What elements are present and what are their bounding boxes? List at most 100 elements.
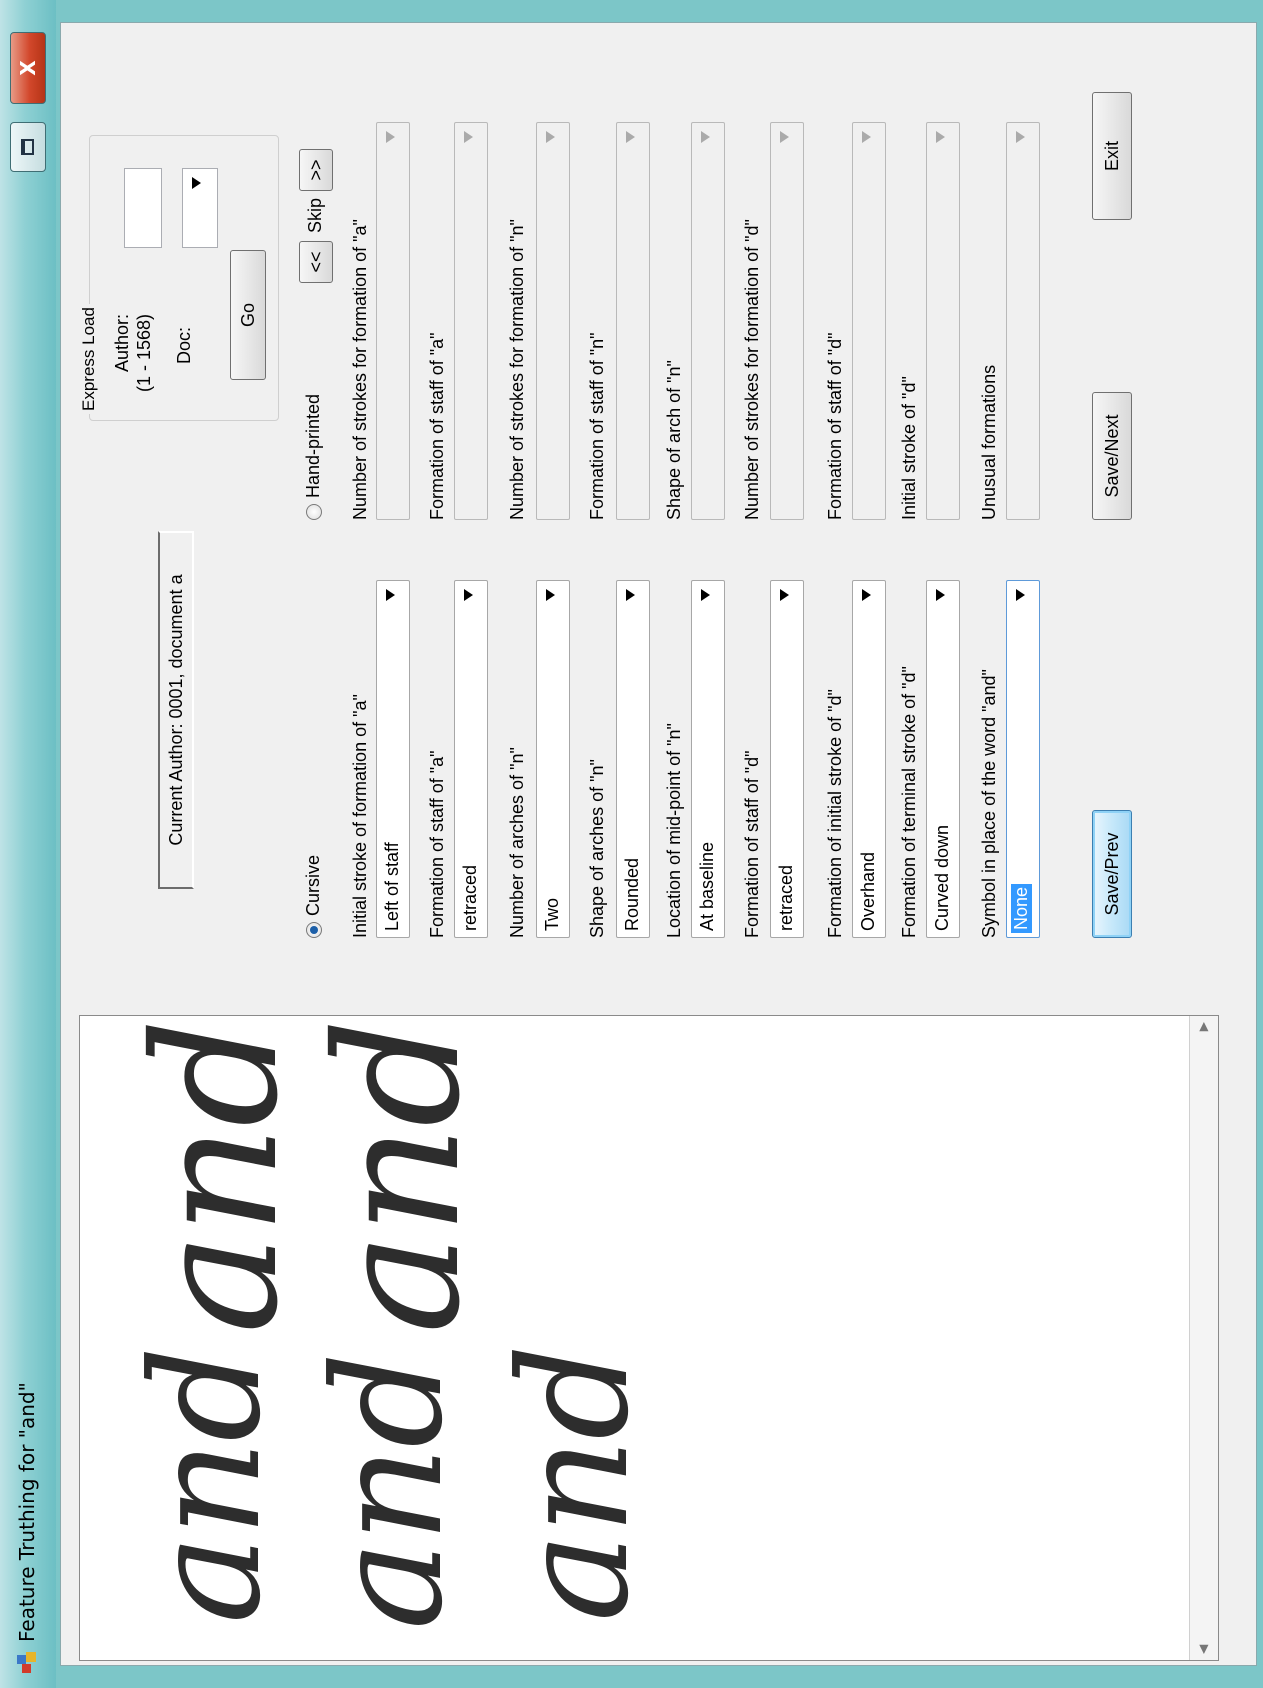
cursive-field-select[interactable]: retraced: [770, 580, 804, 938]
client-area: and and and and and ◀ ▶ Current Author: …: [60, 22, 1257, 1666]
skip-label: Skip: [305, 197, 325, 233]
cursive-field-label: Location of mid-point of "n": [664, 723, 684, 938]
handprinted-field-select[interactable]: [536, 122, 570, 520]
feature-truthing-window: Feature Truthing for "and" X and and and…: [0, 0, 1263, 1688]
dropdown-arrow-icon: [936, 589, 945, 601]
hand-printed-radio[interactable]: [306, 504, 322, 520]
dropdown-arrow-icon: [386, 131, 395, 143]
dropdown-arrow-icon: [192, 177, 201, 189]
cursive-field-value: At baseline: [697, 841, 717, 931]
cursive-field-label: Number of arches of "n": [507, 747, 527, 938]
cursive-field-value: Curved down: [932, 824, 952, 931]
handprinted-field-label: Number of strokes for formation of "d": [742, 219, 762, 520]
dropdown-arrow-icon: [701, 131, 710, 143]
cursive-field-select[interactable]: Overhand: [852, 580, 886, 938]
cursive-field-value: Overhand: [858, 851, 878, 931]
cursive-field-value: Rounded: [622, 857, 642, 931]
current-author-status: Current Author: 0001, document a: [158, 531, 194, 889]
dropdown-arrow-icon: [701, 589, 710, 601]
exit-button[interactable]: Exit: [1092, 92, 1132, 220]
maximize-icon: [21, 139, 34, 155]
cursive-field-select[interactable]: Two: [536, 580, 570, 938]
handprinted-field-select[interactable]: [376, 122, 410, 520]
symbol-select[interactable]: None: [1006, 580, 1040, 938]
doc-select[interactable]: [182, 168, 218, 248]
cursive-field-value: Two: [542, 897, 562, 931]
dropdown-arrow-icon: [464, 589, 473, 601]
handprinted-field-label: Shape of arch of "n": [664, 360, 684, 520]
cursive-radio[interactable]: [306, 922, 322, 938]
cursive-label[interactable]: Cursive: [303, 855, 324, 916]
handwritten-word: and: [300, 1020, 498, 1334]
handwriting-image-viewer[interactable]: and and and and and ◀ ▶: [79, 1015, 1219, 1661]
current-author-text: Current Author: 0001, document a: [165, 574, 186, 846]
handprinted-field-select[interactable]: [1006, 122, 1040, 520]
maximize-button[interactable]: [10, 122, 46, 172]
author-range-label: (1 - 1568): [134, 313, 154, 392]
dropdown-arrow-icon: [862, 589, 871, 601]
close-icon: X: [16, 60, 40, 76]
dropdown-arrow-icon: [780, 131, 789, 143]
close-button[interactable]: X: [10, 32, 46, 104]
cursive-field-value: None: [1011, 883, 1032, 933]
hand-printed-label[interactable]: Hand-printed: [303, 394, 324, 498]
scroll-left-icon[interactable]: ◀: [1196, 1645, 1210, 1654]
handprinted-field-select[interactable]: [691, 122, 725, 520]
cursive-field-label: Formation of staff of "a": [427, 750, 447, 938]
author-label: Author:: [112, 313, 132, 372]
handprinted-field-select[interactable]: [926, 122, 960, 520]
dropdown-arrow-icon: [464, 131, 473, 143]
dropdown-arrow-icon: [546, 131, 555, 143]
cursive-field-select[interactable]: Left of staff: [376, 580, 410, 938]
express-load-group: Express Load Author: (1 - 1568) Doc: Go: [79, 135, 279, 421]
save-prev-button[interactable]: Save/Prev: [1092, 810, 1132, 938]
handprinted-field-label: Formation of staff of "d": [825, 332, 845, 520]
dropdown-arrow-icon: [780, 589, 789, 601]
handprinted-field-select[interactable]: [852, 122, 886, 520]
handprinted-field-label: Unusual formations: [979, 364, 999, 520]
author-input[interactable]: [124, 168, 162, 248]
dropdown-arrow-icon: [862, 131, 871, 143]
handprinted-field-label: Number of strokes for formation of "a": [350, 219, 370, 520]
handwritten-word: and: [302, 1353, 476, 1630]
dropdown-arrow-icon: [546, 589, 555, 601]
cursive-field-value: Left of staff: [382, 842, 402, 931]
cursive-field-label: Formation of initial stroke of "d": [825, 689, 845, 938]
cursive-field-value: retraced: [460, 864, 480, 931]
cursive-field-value: retraced: [776, 864, 796, 931]
dropdown-arrow-icon: [386, 589, 395, 601]
save-next-button[interactable]: Save/Next: [1092, 392, 1132, 520]
cursive-field-select[interactable]: At baseline: [691, 580, 725, 938]
doc-label: Doc:: [174, 326, 194, 364]
handprinted-field-label: Initial stroke of "d": [899, 376, 919, 520]
dropdown-arrow-icon: [626, 131, 635, 143]
handwritten-word: and: [120, 1347, 294, 1624]
app-icon: [17, 1652, 36, 1673]
handprinted-field-label: Formation of staff of "n": [587, 332, 607, 520]
horizontal-scrollbar[interactable]: ◀ ▶: [1189, 1016, 1218, 1660]
prev-button[interactable]: <<: [299, 241, 333, 283]
cursive-field-select[interactable]: retraced: [454, 580, 488, 938]
handprinted-field-select[interactable]: [454, 122, 488, 520]
cursive-field-label: Symbol in place of the word "and": [979, 669, 999, 938]
title-bar: Feature Truthing for "and" X: [0, 0, 56, 1688]
next-button[interactable]: >>: [299, 149, 333, 191]
express-load-title: Express Load: [79, 304, 99, 414]
dropdown-arrow-icon: [626, 589, 635, 601]
dropdown-arrow-icon: [936, 131, 945, 143]
dropdown-arrow-icon: [1016, 589, 1025, 601]
handprinted-field-select[interactable]: [616, 122, 650, 520]
handwritten-word: and: [118, 1020, 316, 1334]
cursive-field-label: Shape of arches of "n": [587, 759, 607, 938]
cursive-field-select[interactable]: Rounded: [616, 580, 650, 938]
handprinted-field-label: Number of strokes for formation of "n": [507, 219, 527, 520]
window-title: Feature Truthing for "and": [15, 1382, 39, 1642]
dropdown-arrow-icon: [1016, 131, 1025, 143]
cursive-field-label: Formation of staff of "d": [742, 750, 762, 938]
scroll-right-icon[interactable]: ▶: [1196, 1022, 1210, 1031]
handprinted-field-select[interactable]: [770, 122, 804, 520]
handprinted-field-label: Formation of staff of "a": [427, 332, 447, 520]
cursive-field-label: Initial stroke of formation of "a": [350, 694, 370, 938]
go-button[interactable]: Go: [230, 250, 266, 380]
cursive-field-select[interactable]: Curved down: [926, 580, 960, 938]
